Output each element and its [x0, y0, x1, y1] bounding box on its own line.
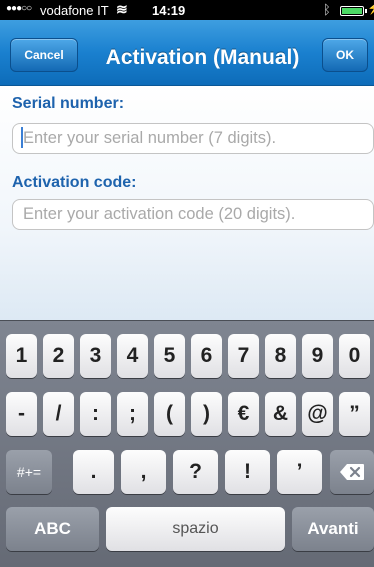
cancel-button[interactable]: Cancel: [10, 38, 78, 72]
key-close-paren[interactable]: ): [191, 392, 222, 436]
key-1[interactable]: 1: [6, 334, 37, 378]
key-at[interactable]: @: [302, 392, 333, 436]
wifi-icon: ≋: [116, 1, 128, 17]
battery-icon: [340, 6, 367, 16]
key-comma[interactable]: ,: [121, 450, 166, 494]
key-7[interactable]: 7: [228, 334, 259, 378]
ok-button[interactable]: OK: [322, 38, 368, 72]
key-slash[interactable]: /: [43, 392, 74, 436]
activation-form: Serial number: Activation code:: [0, 86, 374, 320]
next-key[interactable]: Avanti: [292, 507, 374, 551]
key-3[interactable]: 3: [80, 334, 111, 378]
key-ampersand[interactable]: &: [265, 392, 296, 436]
navigation-bar: Cancel Activation (Manual) OK: [0, 20, 374, 86]
key-period[interactable]: .: [73, 450, 114, 494]
symbols-toggle-key[interactable]: #+=: [6, 450, 52, 494]
key-open-paren[interactable]: (: [154, 392, 185, 436]
bluetooth-icon: ᛒ: [323, 2, 331, 17]
key-euro[interactable]: €: [228, 392, 259, 436]
charging-icon: ⚡: [367, 1, 374, 15]
key-9[interactable]: 9: [302, 334, 333, 378]
key-exclamation[interactable]: !: [225, 450, 270, 494]
signal-strength-icon: ●●●○○: [6, 3, 32, 14]
key-quote[interactable]: ”: [339, 392, 370, 436]
space-key[interactable]: spazio: [106, 507, 285, 551]
key-5[interactable]: 5: [154, 334, 185, 378]
serial-number-label: Serial number:: [12, 95, 125, 112]
key-question[interactable]: ?: [173, 450, 218, 494]
key-2[interactable]: 2: [43, 334, 74, 378]
clock: 14:19: [152, 3, 186, 18]
status-bar: ●●●○○ vodafone IT ≋ 14:19 ᛒ ⚡: [0, 0, 374, 20]
abc-key[interactable]: ABC: [6, 507, 99, 551]
key-6[interactable]: 6: [191, 334, 222, 378]
serial-number-input[interactable]: [12, 123, 374, 154]
key-semicolon[interactable]: ;: [117, 392, 148, 436]
carrier-name: vodafone IT: [40, 3, 109, 18]
page-title: Activation (Manual): [105, 46, 300, 69]
key-4[interactable]: 4: [117, 334, 148, 378]
key-colon[interactable]: :: [80, 392, 111, 436]
on-screen-keyboard: 1 2 3 4 5 6 7 8 9 0 - / : ; ( ) € & @ ” …: [0, 320, 374, 567]
backspace-icon: [340, 464, 364, 480]
key-apostrophe[interactable]: ’: [277, 450, 322, 494]
activation-code-input[interactable]: [12, 199, 374, 230]
activation-code-label: Activation code:: [12, 174, 137, 191]
backspace-key[interactable]: [330, 450, 374, 494]
key-hyphen[interactable]: -: [6, 392, 37, 436]
key-0[interactable]: 0: [339, 334, 370, 378]
text-caret: [21, 127, 23, 148]
key-8[interactable]: 8: [265, 334, 296, 378]
